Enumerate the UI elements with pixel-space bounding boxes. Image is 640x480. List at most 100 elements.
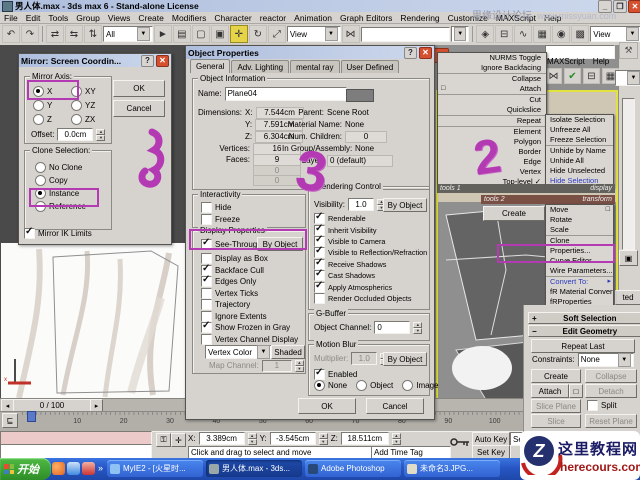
menu-item-maxscript[interactable]: MAXScript	[547, 57, 585, 66]
schematic-view-icon[interactable]: ▦	[533, 25, 552, 43]
quad-menu-item[interactable]: Wire Parameters...	[546, 266, 613, 276]
radio-option[interactable]: Z	[33, 113, 71, 126]
shaded-button[interactable]: Shaded	[271, 345, 305, 359]
checkbox-row[interactable]: Receive Shadows	[314, 257, 427, 270]
tab[interactable]: General	[190, 59, 231, 73]
op-dialog-titlebar[interactable]: Object Properties ? ✕	[186, 46, 434, 59]
named-selection-input[interactable]	[360, 26, 451, 42]
tab[interactable]: Adv. Lighting	[231, 60, 290, 73]
op-ok-button[interactable]: OK	[298, 398, 356, 414]
offset-field[interactable]: 0.0cm	[57, 128, 94, 141]
menu-item[interactable]: File	[0, 13, 22, 23]
absolute-offset-icon[interactable]: ✛	[171, 433, 186, 447]
offset-spinner[interactable]: ▲ ▼	[96, 128, 106, 141]
align-icon[interactable]: ◈	[476, 25, 495, 43]
quad-menu-item[interactable]: Element	[438, 126, 546, 137]
checkbox-row[interactable]: Freeze	[201, 213, 240, 225]
taskbar-task[interactable]: 男人体.max - 3ds...	[206, 460, 303, 477]
select-object-icon[interactable]: ►	[153, 25, 172, 43]
help-icon[interactable]: ?	[404, 46, 417, 59]
mirror-ok-button[interactable]: OK	[113, 80, 165, 97]
quad-menu-item[interactable]: Isolate Selection	[546, 115, 613, 125]
quad-menu-item[interactable]: Unhide by Name	[546, 145, 613, 156]
attach-button[interactable]: Attach	[531, 384, 569, 398]
checkbox-row[interactable]: Visible to Reflection/Refraction	[314, 245, 427, 259]
quad-menu-item[interactable]: Curve Editor...	[546, 256, 613, 266]
quad-menu-item[interactable]: Polygon	[438, 137, 546, 147]
checkbox-row[interactable]: Visible to Camera	[314, 234, 427, 247]
quad-menu-item[interactable]: Quickslice	[438, 105, 546, 115]
set-key-button[interactable]: Set Key	[472, 445, 510, 459]
menu-item[interactable]: Group	[72, 13, 104, 23]
viewport-front-sketch[interactable]: x	[1, 243, 186, 398]
close-icon[interactable]: ✕	[156, 54, 169, 67]
menu-item[interactable]: Create	[134, 13, 168, 23]
quad-menu-item[interactable]: NURMS Toggle	[438, 53, 546, 63]
menu-item[interactable]: Edit	[22, 13, 45, 23]
checkbox-row[interactable]: Render Occluded Objects	[314, 292, 427, 304]
checkbox-row[interactable]: Trajectory	[201, 299, 298, 311]
menu-item[interactable]: Graph Editors	[336, 13, 396, 23]
reference-coordinate-dropdown[interactable]: View ▼	[286, 26, 341, 42]
y-coordinate-field[interactable]: -3.545cm	[269, 432, 316, 445]
repeat-last-button[interactable]: Repeat Last	[531, 339, 635, 353]
quad-menu-item[interactable]: Freeze Selection	[546, 135, 613, 145]
quicklaunch-chevron[interactable]: »	[98, 463, 103, 473]
close-icon[interactable]: ✕	[419, 46, 432, 59]
z-spinner[interactable]: ▲ ▼	[391, 432, 401, 445]
radio-option[interactable]: Instance	[35, 187, 86, 200]
mirror-cancel-button[interactable]: Cancel	[113, 100, 165, 117]
quad-menu-item[interactable]: Edge	[438, 157, 546, 167]
quad-menu-item[interactable]: Border	[438, 147, 546, 157]
split-checkbox[interactable]	[587, 400, 598, 411]
menu-item[interactable]: Character	[210, 13, 255, 23]
y-spinner[interactable]: ▲ ▼	[318, 432, 328, 445]
select-and-link-icon[interactable]: ⇄	[46, 25, 64, 43]
menu-item[interactable]: Tools	[44, 13, 72, 23]
auto-key-button[interactable]: Auto Key	[472, 432, 510, 446]
mirror-dialog-titlebar[interactable]: Mirror: Screen Coordin... ? ✕	[19, 54, 171, 67]
menu-item[interactable]: Rendering	[396, 13, 443, 23]
quad-menu-item[interactable]: Scale	[546, 225, 613, 235]
checkbox-row[interactable]: Apply Atmospherics	[314, 280, 427, 293]
quad-menu-item[interactable]: Move	[546, 205, 613, 215]
material-editor-icon[interactable]: ◉	[552, 25, 571, 43]
radio-option[interactable]: Image	[402, 380, 438, 391]
select-and-scale-icon[interactable]: ⤢	[267, 25, 286, 43]
quad-menu-item[interactable]: Vertex	[438, 167, 546, 177]
radio-option[interactable]: Y	[33, 99, 71, 112]
select-and-rotate-icon[interactable]: ↻	[248, 25, 267, 43]
checkbox-row[interactable]: Vertex Ticks	[201, 287, 298, 300]
menu-item[interactable]: Modifiers	[168, 13, 210, 23]
mirror-icon[interactable]: ⋈	[341, 25, 360, 43]
radio-option[interactable]: No Clone	[35, 161, 86, 174]
tab[interactable]: User Defined	[340, 60, 400, 73]
checkbox-row[interactable]: Vertex Channel Display	[201, 333, 298, 346]
taskbar-task[interactable]: 未命名3.JPG...	[404, 460, 501, 477]
quad-menu-item[interactable]: Collapse	[438, 73, 546, 84]
mirror-ik-limits-row[interactable]: Mirror IK Limits	[24, 226, 92, 239]
soft-selection-rollout[interactable]: + Soft Selection	[528, 312, 640, 324]
quad-menu-item[interactable]: Unhide All	[546, 156, 613, 166]
select-and-move-icon[interactable]: ✛	[229, 25, 248, 43]
visibility-field[interactable]: 1.0	[347, 198, 374, 211]
check-icon[interactable]: ✔	[564, 68, 581, 84]
undo-icon[interactable]: ↶	[2, 25, 20, 43]
visibility-byobject-button[interactable]: By Object	[383, 198, 427, 212]
named-selection-arrow[interactable]: ▼	[451, 26, 470, 42]
checkbox-row[interactable]: Edges Only	[201, 274, 298, 288]
checkbox-row[interactable]: Show Frozen in Gray	[201, 320, 298, 334]
detach-button[interactable]: Detach	[585, 384, 637, 398]
quad-menu-item[interactable]: Unfreeze All	[546, 125, 613, 135]
close-button[interactable]: ✕	[628, 0, 640, 13]
layer-manager-icon[interactable]: ⊟	[495, 25, 514, 43]
create-button[interactable]: Create	[531, 369, 581, 383]
radio-option[interactable]: Object	[356, 380, 393, 391]
slice-plane-button[interactable]: Slice Plane	[531, 399, 581, 413]
z-coordinate-field[interactable]: 18.511cm	[340, 432, 389, 445]
quad-menu-item[interactable]: Hide Unselected	[546, 166, 613, 176]
quad-menu-item[interactable]: Clone	[546, 235, 613, 246]
quad-menu-item[interactable]: Ignore Backfacing	[438, 63, 546, 73]
select-by-name-icon[interactable]: ▤	[172, 25, 191, 43]
constraints-dropdown[interactable]: None ▼	[577, 352, 634, 367]
